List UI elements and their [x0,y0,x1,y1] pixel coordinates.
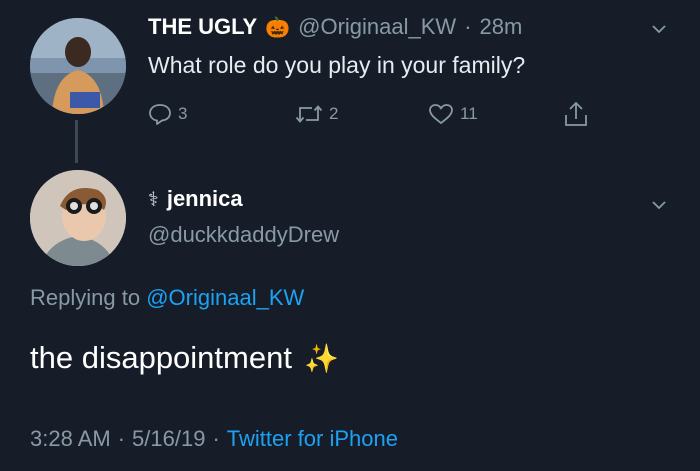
parent-separator: · [464,14,472,39]
reply-handle[interactable]: @duckkdaddyDrew [148,222,339,248]
like-count: 11 [460,104,478,123]
reply-tweet-text: the disappointment [30,340,292,375]
share-button[interactable] [563,100,589,133]
reply-header: ⚕ jennica [148,186,243,212]
thread-line [75,120,78,163]
reply-count: 3 [178,104,188,123]
chevron-down-icon [652,201,666,210]
timestamp-date: 5/16/19 [132,426,206,451]
heart-icon [429,104,453,124]
reply-button[interactable]: 3 [148,103,187,125]
chevron-down-icon [652,25,666,34]
staff-of-aesculapius-emoji: ⚕ [148,188,159,211]
parent-tweet-text: What role do you play in your family? [148,52,526,78]
parent-avatar[interactable] [30,18,126,114]
replying-to-label: Replying to [30,285,141,310]
reply-display-name[interactable]: jennica [167,186,243,212]
share-icon [565,101,587,126]
parent-handle[interactable]: @Originaal_KW [298,14,456,40]
reply-menu-button[interactable] [652,198,666,217]
replying-to-line: Replying to @Originaal_KW [30,285,304,311]
reply-tweet-text-line: the disappointment ✨ [30,340,339,376]
retweet-icon [295,105,323,123]
reply-avatar[interactable] [30,170,126,266]
retweet-button[interactable]: 2 [295,104,338,124]
parent-display-name[interactable]: THE UGLY [148,14,257,40]
parent-time[interactable]: 28m [480,14,523,40]
like-button[interactable]: 11 [428,103,478,125]
parent-header: THE UGLY 🎃 @Originaal_KW · 28m [148,12,522,42]
reply-timestamp-line: 3:28 AM · 5/16/19 · Twitter for iPhone [30,426,398,452]
sparkles-emoji: ✨ [303,342,339,374]
replying-to-handle[interactable]: @Originaal_KW [146,285,304,310]
pumpkin-emoji: 🎃 [265,16,291,39]
source-separator: · [212,426,220,451]
reply-icon [149,104,171,125]
timestamp-time: 3:28 AM [30,426,111,451]
reply-avatar-image [30,170,126,266]
parent-menu-button[interactable] [652,22,666,41]
parent-avatar-image [30,18,126,114]
retweet-count: 2 [329,104,339,123]
tweet-source[interactable]: Twitter for iPhone [227,426,398,452]
timestamp-separator: · [117,426,126,451]
